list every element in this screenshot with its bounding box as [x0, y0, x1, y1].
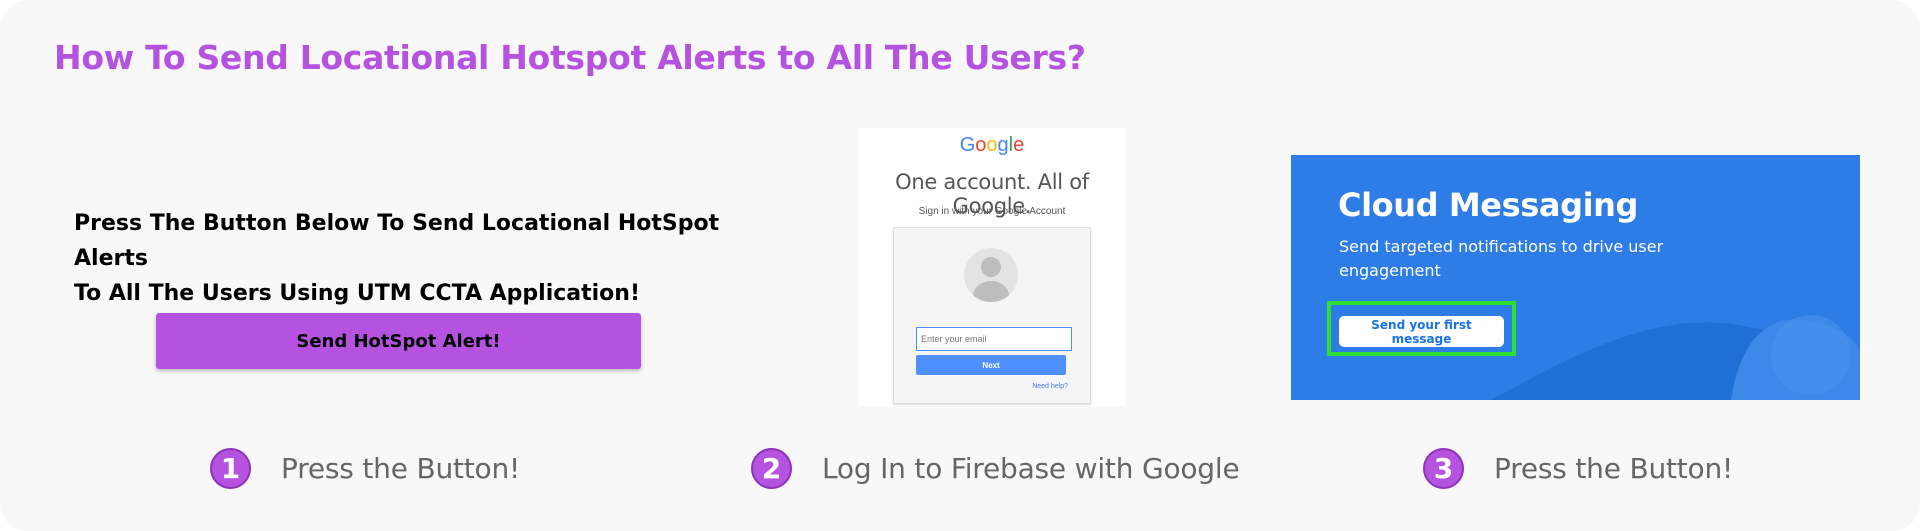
google-logo-letter: e [1013, 134, 1025, 156]
step-3: 3 Press the Button! [1423, 448, 1733, 489]
google-logo-letter: o [975, 134, 987, 156]
google-subtitle: Sign in with your Google Account [918, 206, 1066, 217]
page-title: How To Send Locational Hotspot Alerts to… [54, 38, 1086, 77]
intro-line-2: To All The Users Using UTM CCTA Applicat… [74, 281, 640, 306]
need-help-link[interactable]: Need help? [1032, 383, 1068, 390]
next-button[interactable]: Next [916, 355, 1066, 375]
email-field[interactable] [916, 327, 1072, 351]
step-1: 1 Press the Button! [210, 448, 520, 489]
send-first-message-button[interactable]: Send your first message [1339, 316, 1504, 347]
intro-text: Press The Button Below To Send Locationa… [74, 206, 764, 311]
google-logo-letter: G [959, 134, 976, 156]
cloud-messaging-title: Cloud Messaging [1338, 186, 1639, 224]
google-signin-image: Google One account. All of Google. Sign … [859, 128, 1125, 406]
step-number-badge: 1 [210, 448, 251, 489]
step-2: 2 Log In to Firebase with Google [751, 448, 1240, 489]
cloud-messaging-image: Cloud Messaging Send targeted notificati… [1291, 155, 1860, 400]
step-label: Log In to Firebase with Google [822, 452, 1240, 485]
google-logo-letter: g [997, 134, 1009, 156]
step-label: Press the Button! [281, 452, 521, 485]
step-number-badge: 3 [1423, 448, 1464, 489]
google-logo: Google [859, 134, 1125, 157]
send-hotspot-alert-button[interactable]: Send HotSpot Alert! [156, 313, 641, 369]
intro-line-1: Press The Button Below To Send Locationa… [74, 211, 720, 271]
cloud-messaging-description: Send targeted notifications to drive use… [1339, 237, 1664, 280]
instructions-card: How To Send Locational Hotspot Alerts to… [0, 0, 1920, 531]
avatar-icon [964, 248, 1018, 302]
google-login-box: Next Need help? [893, 227, 1091, 404]
step-label: Press the Button! [1494, 452, 1734, 485]
step-number-badge: 2 [751, 448, 792, 489]
google-logo-letter: o [986, 134, 998, 156]
